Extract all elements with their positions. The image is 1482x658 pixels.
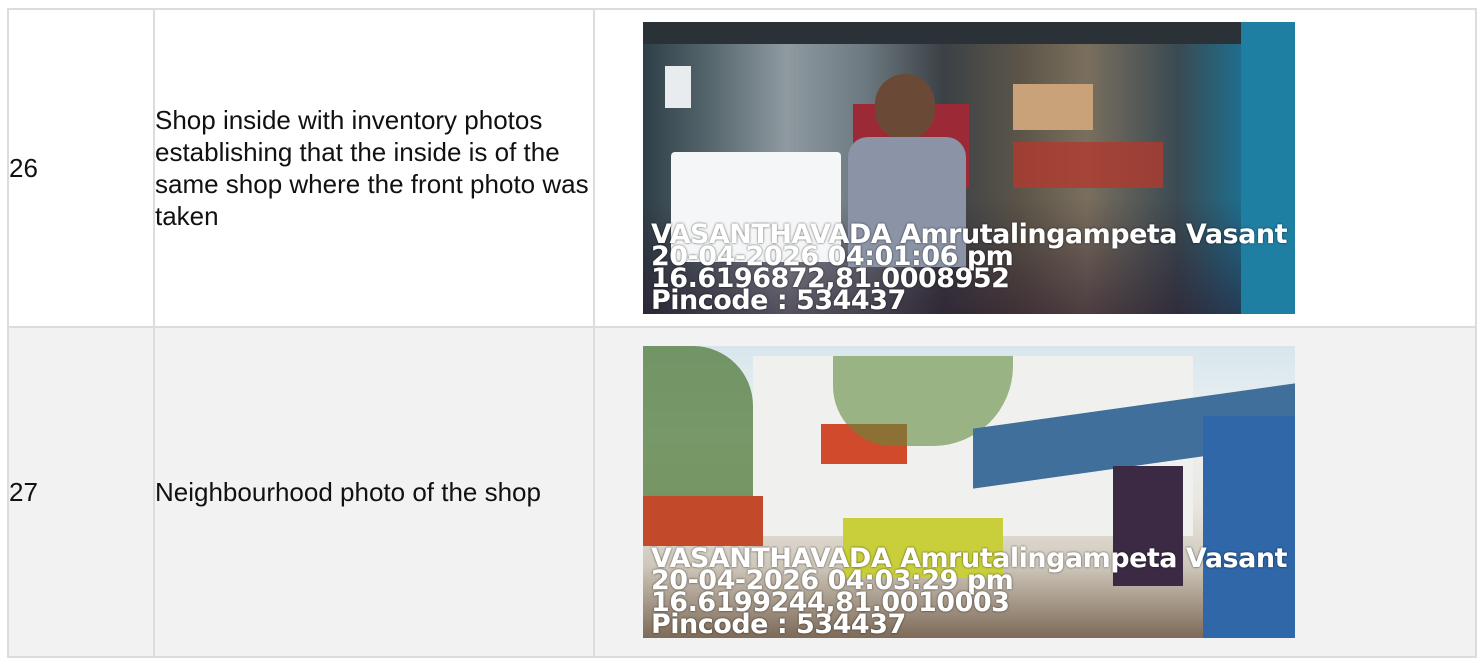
photo-cell: VASANTHAVADA Amrutalingampeta Vasant 20-… <box>593 8 1477 328</box>
photo-caption: VASANTHAVADA Amrutalingampeta Vasant 20-… <box>651 221 1287 314</box>
person-head <box>875 74 935 140</box>
row-number: 26 <box>7 8 155 328</box>
box-shape <box>1013 84 1093 130</box>
shop-inside-photo: VASANTHAVADA Amrutalingampeta Vasant 20-… <box>643 22 1295 314</box>
photo-ceiling <box>643 22 1295 44</box>
table-row: 26 Shop inside with inventory photos est… <box>7 8 1477 328</box>
photo-cell: VASANTHAVADA Amrutalingampeta Vasant 20-… <box>593 326 1477 658</box>
shelf-items <box>1013 142 1163 188</box>
qr-sticker <box>665 66 691 108</box>
table-row: 27 Neighbourhood photo of the shop VASAN… <box>7 326 1477 658</box>
row-number: 27 <box>7 326 155 658</box>
neighbourhood-photo: VASANTHAVADA Amrutalingampeta Vasant 20-… <box>643 346 1295 638</box>
photo-caption: VASANTHAVADA Amrutalingampeta Vasant 20-… <box>651 545 1287 638</box>
left-awning <box>643 496 763 546</box>
row-description: Neighbourhood photo of the shop <box>153 326 595 658</box>
row-description: Shop inside with inventory photos establ… <box>153 8 595 328</box>
document-table: 26 Shop inside with inventory photos est… <box>7 8 1477 658</box>
